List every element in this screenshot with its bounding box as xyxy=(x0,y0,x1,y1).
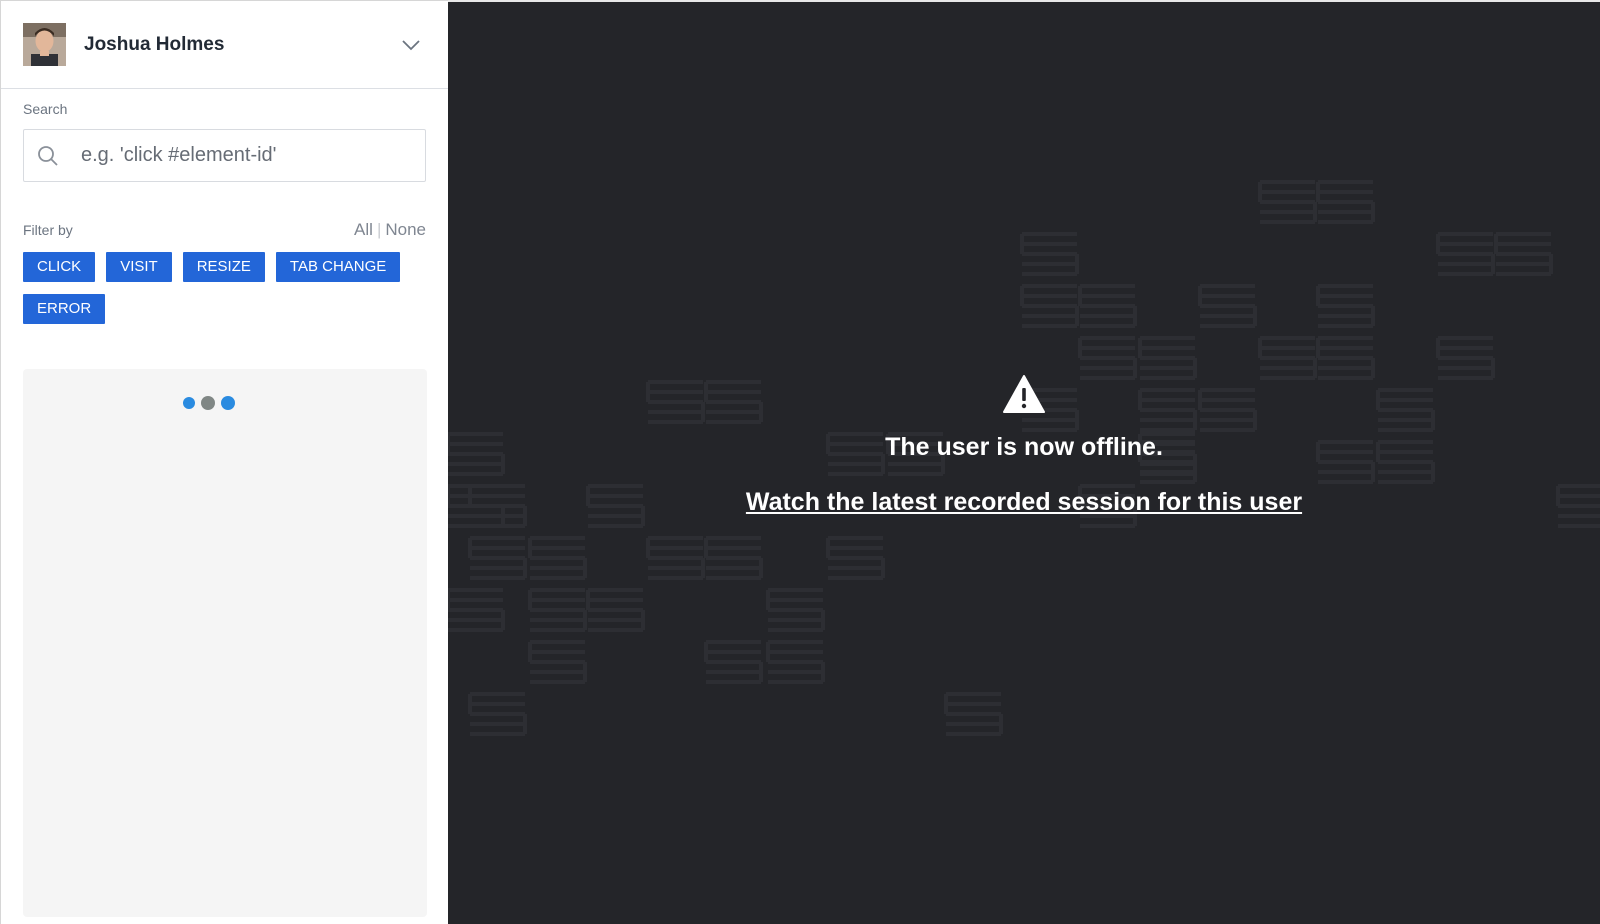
search-section: Search xyxy=(1,89,448,182)
background-glyph xyxy=(1494,232,1553,276)
background-glyph xyxy=(528,640,587,684)
search-box[interactable] xyxy=(23,129,426,182)
background-glyph xyxy=(1316,180,1375,224)
background-glyph xyxy=(1258,180,1317,224)
search-input[interactable] xyxy=(81,144,381,167)
loading-indicator xyxy=(183,396,241,410)
background-glyph xyxy=(1316,284,1375,328)
loading-dot xyxy=(183,397,195,409)
background-glyph xyxy=(766,588,825,632)
filter-separator: | xyxy=(376,220,382,239)
background-glyph xyxy=(646,536,705,580)
background-glyph xyxy=(468,692,527,736)
loading-dot xyxy=(221,396,235,410)
app-root: Joshua Holmes Search Filter by All|None … xyxy=(0,0,1600,924)
background-glyph xyxy=(1436,336,1495,380)
background-glyph xyxy=(944,692,1003,736)
background-glyph xyxy=(528,588,587,632)
warning-icon xyxy=(1003,375,1045,413)
offline-message: The user is now offline. xyxy=(885,433,1163,461)
filter-all-link[interactable]: All xyxy=(354,220,373,239)
background-glyph xyxy=(448,588,505,632)
background-glyph xyxy=(1436,232,1495,276)
filter-row: Filter by All | None xyxy=(1,220,448,240)
sidebar: Joshua Holmes Search Filter by All|None … xyxy=(0,0,448,924)
user-name: Joshua Holmes xyxy=(84,33,225,55)
filter-chip-error[interactable]: ERROR xyxy=(23,294,106,324)
offline-notice: The user is now offline. Watch the lates… xyxy=(448,374,1600,517)
background-glyph xyxy=(1020,284,1079,328)
session-viewer: The user is now offline. Watch the lates… xyxy=(448,0,1600,924)
background-glyph xyxy=(1078,284,1137,328)
search-icon xyxy=(38,145,58,166)
search-label: Search xyxy=(23,101,68,117)
watch-session-link[interactable]: Watch the latest recorded session for th… xyxy=(746,488,1302,517)
background-glyph xyxy=(1138,336,1197,380)
background-glyph xyxy=(1198,284,1257,328)
user-selector[interactable]: Joshua Holmes xyxy=(1,1,448,89)
background-glyph xyxy=(704,536,763,580)
filter-chip-tab-change[interactable]: TAB CHANGE xyxy=(275,252,401,282)
background-glyph xyxy=(704,640,763,684)
chevron-down-icon[interactable] xyxy=(400,34,422,56)
filter-label: Filter by xyxy=(23,222,73,238)
loading-dot xyxy=(201,396,215,410)
events-panel xyxy=(23,369,427,917)
background-glyph xyxy=(1020,232,1079,276)
avatar xyxy=(23,23,66,66)
background-glyph xyxy=(766,640,825,684)
filter-chip-visit[interactable]: VISIT xyxy=(106,252,172,282)
background-glyph xyxy=(826,536,885,580)
background-glyph xyxy=(586,588,645,632)
filter-chips: CLICK VISIT RESIZE TAB CHANGE ERROR xyxy=(1,240,449,336)
background-glyph xyxy=(1078,336,1137,380)
background-glyph xyxy=(1316,336,1375,380)
filter-none-link[interactable]: None xyxy=(385,220,426,239)
background-glyph xyxy=(528,536,587,580)
background-glyph xyxy=(1258,336,1317,380)
filter-links: All | None xyxy=(354,220,426,240)
filter-chip-click[interactable]: CLICK xyxy=(23,252,96,282)
background-glyph xyxy=(468,536,527,580)
filter-chip-resize[interactable]: RESIZE xyxy=(182,252,265,282)
